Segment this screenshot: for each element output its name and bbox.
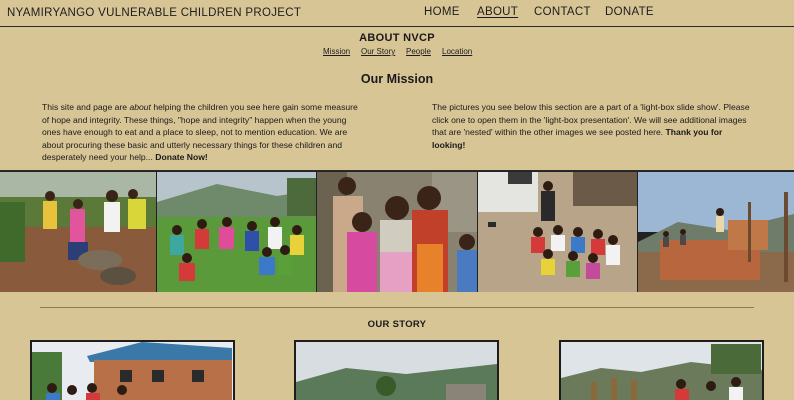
- subnav-mission[interactable]: Mission: [323, 47, 350, 56]
- two-children-portrait-photo[interactable]: [317, 172, 477, 292]
- top-navigation-bar: NYAMIRYANGO VULNERABLE CHILDREN PROJECT …: [0, 0, 794, 27]
- nav-about[interactable]: ABOUT: [477, 6, 518, 18]
- mission-left-paragraph: This site and page are about helping the…: [42, 101, 360, 164]
- lightbox-photo-strip: [0, 170, 794, 292]
- school-building-photo[interactable]: [30, 340, 235, 400]
- children-on-grass-photo[interactable]: [157, 172, 316, 292]
- nav-donate[interactable]: DONATE: [605, 6, 654, 18]
- mission-left-text: This site and page are: [42, 102, 130, 112]
- mission-title: Our Mission: [360, 72, 434, 86]
- hills-landscape-photo[interactable]: [294, 340, 499, 400]
- about-title: ABOUT NVCP: [359, 32, 435, 44]
- mission-right-paragraph: The pictures you see below this section …: [432, 101, 750, 151]
- subnav-our-story[interactable]: Our Story: [361, 47, 395, 56]
- children-eating-photo[interactable]: [0, 172, 156, 292]
- children-crowd-photo[interactable]: [559, 340, 764, 400]
- nav-home[interactable]: HOME: [424, 6, 460, 18]
- subnav-location[interactable]: Location: [442, 47, 472, 56]
- subnav-people[interactable]: People: [406, 47, 431, 56]
- main-nav: HOME ABOUT CONTACT DONATE: [0, 6, 794, 22]
- donate-now-link[interactable]: Donate Now!: [155, 152, 208, 162]
- section-divider: [40, 307, 754, 308]
- children-group-outdoor-photo[interactable]: [478, 172, 637, 292]
- our-story-title: OUR STORY: [367, 319, 427, 330]
- nav-contact[interactable]: CONTACT: [534, 6, 591, 18]
- construction-site-photo[interactable]: [638, 172, 794, 292]
- about-subnav: Mission Our Story People Location: [0, 47, 794, 59]
- mission-emphasis: about: [129, 102, 151, 112]
